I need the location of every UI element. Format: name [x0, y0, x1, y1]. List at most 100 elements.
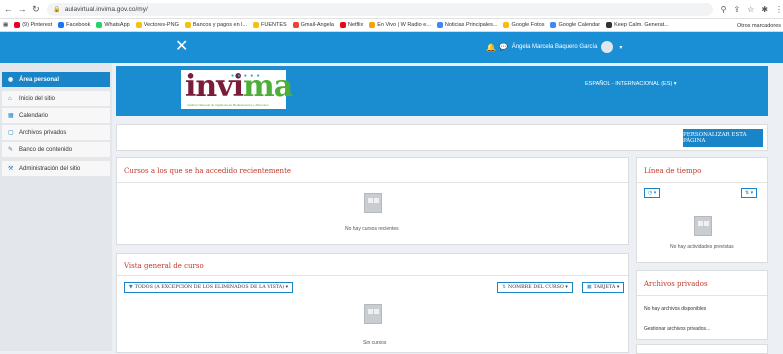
top-navbar: ✕ 🔔 💬 Ángela Marcela Baquero García ▾	[0, 32, 783, 63]
pencil-icon: ✎	[8, 147, 14, 153]
logo-tagline: Instituto Nacional de Vigilancia de Medi…	[187, 103, 269, 107]
empty-message: No hay actividades previstas	[670, 244, 734, 250]
grid-icon: ▦	[587, 285, 592, 290]
sidebar-item[interactable]: ▢ Archivos privados	[2, 125, 110, 141]
user-name[interactable]: Ángela Marcela Baquero García	[512, 44, 598, 50]
menu-icon[interactable]: ⋮	[775, 5, 783, 14]
bookmark-icon	[369, 22, 376, 28]
bookmark-icon	[252, 22, 259, 28]
sidebar-item-label: Archivos privados	[19, 129, 67, 136]
bookmark-icon	[550, 22, 557, 28]
logo-dots: ● ● ● ● ●	[231, 73, 261, 79]
view-label: TARJETA ▾	[593, 285, 620, 290]
bookmark-item[interactable]: En Vivo | W Radio e...	[369, 22, 431, 28]
chevron-down-icon[interactable]: ▾	[619, 44, 622, 51]
bookmark-item[interactable]: WhatsApp	[96, 22, 130, 28]
bookmark-item[interactable]: FUENTES	[252, 22, 287, 28]
forward-icon[interactable]: →	[17, 4, 28, 15]
bookmark-item[interactable]: Vectores-PNG	[135, 22, 179, 28]
sidebar: ◉ Área personal ⌂ Inicio del sitio ▦ Calendar…	[0, 63, 112, 351]
zoom-icon[interactable]: ⚲	[721, 5, 727, 14]
bookmark-item[interactable]: Netflix	[339, 22, 363, 28]
sidebar-item[interactable]: ◉ Área personal	[2, 72, 110, 88]
bookmark-item[interactable]: Google Fotos	[503, 22, 544, 28]
reload-icon[interactable]: ↻	[31, 4, 42, 15]
star-icon[interactable]: ☆	[747, 5, 754, 14]
bookmark-item[interactable]: Gmail-Angela	[292, 22, 334, 28]
address-bar[interactable]: 🔒 aulavirtual.invima.gov.co/my/	[47, 2, 713, 16]
bookmark-label: Google Calendar	[558, 22, 601, 28]
bookmark-label: Gmail-Angela	[300, 22, 334, 28]
bookmark-label: Noticias Principales...	[444, 22, 498, 28]
sidebar-item-label: Inicio del sitio	[19, 95, 56, 102]
bookmark-icon	[58, 22, 65, 28]
browser-toolbar: ← → ↻ 🔒 aulavirtual.invima.gov.co/my/ ⚲ …	[0, 0, 783, 19]
next-block	[636, 344, 768, 354]
bookmark-label: FUENTES	[260, 22, 287, 28]
sidebar-item[interactable]: ✎ Banco de contenido	[2, 142, 110, 158]
block-title: Archivos privados	[644, 280, 708, 288]
apps-icon[interactable]: ▦	[3, 22, 8, 28]
view-dropdown[interactable]: ▦ TARJETA ▾	[582, 282, 625, 293]
sidebar-item[interactable]: ⚒ Administración del sitio	[2, 161, 110, 177]
customise-bar: PERSONALIZAR ESTA PÁGINA	[116, 124, 768, 151]
notification-bell-icon[interactable]: 🔔	[486, 43, 496, 52]
bookmark-item[interactable]: (9) Pinterest	[14, 22, 52, 28]
page-header: invima ● ● ● ● ● Instituto Nacional de V…	[116, 66, 768, 116]
bookmark-label: Bancos y pagos en l...	[192, 22, 247, 28]
sort-label: NOMBRE DEL CURSO ▾	[508, 285, 568, 290]
sidebar-item[interactable]: ▦ Calendario	[2, 108, 110, 124]
sort-dropdown[interactable]: ⇅ NOMBRE DEL CURSO ▾	[497, 282, 573, 293]
sidebar-item-label: Área personal	[19, 76, 60, 83]
course-filter-dropdown[interactable]: ▼ TODOS (A EXCEPCIÓN DE LOS ELIMINADOS DE…	[124, 282, 294, 293]
close-drawer-icon[interactable]: ✕	[175, 38, 188, 56]
sidebar-item[interactable]: ⌂ Inicio del sitio	[2, 91, 110, 107]
sidebar-item-label: Administración del sitio	[19, 165, 81, 172]
dashboard-icon: ◉	[8, 77, 14, 83]
calendar-icon: ▦	[8, 113, 14, 119]
bookmark-icon	[436, 22, 443, 28]
bookmark-label: Facebook	[66, 22, 91, 28]
extensions-icon[interactable]: ✱	[761, 5, 768, 14]
bookmark-icon	[503, 22, 510, 28]
bookmark-label: WhatsApp	[104, 22, 130, 28]
divider	[637, 182, 767, 183]
share-icon[interactable]: ⇪	[733, 5, 740, 14]
bookmark-item[interactable]: Google Calendar	[550, 22, 600, 28]
private-files-block: Archivos privados No hay archivos dispon…	[636, 270, 768, 340]
bookmark-item[interactable]: Bancos y pagos en l...	[184, 22, 247, 28]
bookmark-icon	[339, 22, 346, 28]
block-title: Vista general de curso	[124, 262, 204, 270]
lock-icon: 🔒	[53, 6, 61, 13]
other-bookmarks[interactable]: Otros marcadores	[732, 19, 781, 31]
bookmark-item[interactable]: Facebook	[58, 22, 90, 28]
sidebar-item-label: Calendario	[19, 112, 49, 119]
manage-files-link[interactable]: Gestionar archivos privados...	[644, 326, 710, 332]
block-title: Cursos a los que se ha accedido reciente…	[124, 167, 292, 175]
bookmark-label: En Vivo | W Radio e...	[377, 22, 431, 28]
empty-timeline-icon	[694, 216, 712, 236]
timeline-sort-button[interactable]: ⇅ ▾	[741, 188, 758, 198]
divider	[117, 182, 628, 183]
timeline-filter-button[interactable]: ◷ ▾	[644, 188, 661, 198]
customise-page-button[interactable]: PERSONALIZAR ESTA PÁGINA	[683, 129, 763, 147]
bookmark-label: Google Fotos	[511, 22, 545, 28]
bookmark-icon	[14, 22, 21, 28]
user-menu[interactable]: 🔔 💬 Ángela Marcela Baquero García ▾	[486, 41, 622, 53]
language-selector[interactable]: ESPAÑOL - INTERNACIONAL (ES) ▾	[585, 81, 677, 87]
course-overview-block: Vista general de curso ▼ TODOS (A EXCEPCI…	[116, 253, 629, 353]
back-icon[interactable]: ←	[3, 4, 14, 15]
empty-message: No hay cursos recientes	[345, 226, 399, 232]
block-title: Línea de tiempo	[644, 167, 702, 175]
bookmark-item[interactable]: Keep Calm. Generat...	[606, 22, 669, 28]
bookmark-label: Vectores-PNG	[143, 22, 179, 28]
bookmarks-bar: ▦ (9) Pinterest Facebook WhatsApp Vectores-P…	[0, 19, 783, 32]
divider	[637, 295, 767, 296]
avatar[interactable]	[601, 41, 614, 53]
bookmark-icon	[606, 22, 613, 28]
home-icon: ⌂	[8, 95, 12, 102]
message-icon[interactable]: 💬	[499, 43, 508, 51]
filter-icon: ▼	[129, 285, 133, 290]
bookmark-item[interactable]: Noticias Principales...	[436, 22, 498, 28]
empty-message: Sin cursos	[363, 340, 387, 346]
